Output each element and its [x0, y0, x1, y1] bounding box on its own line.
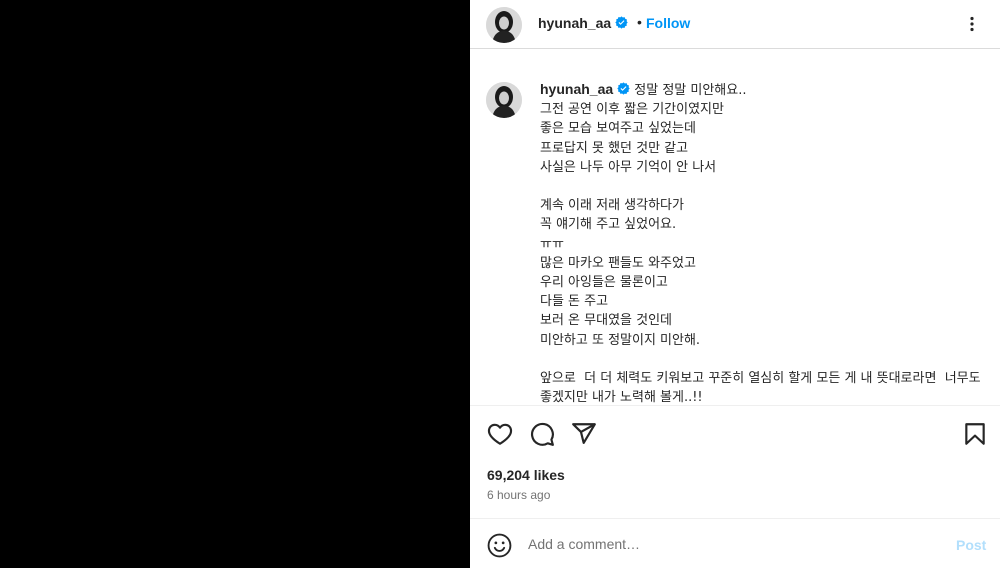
verified-badge-icon [615, 16, 628, 29]
caption-username[interactable]: hyunah_aa [540, 81, 630, 97]
divider [470, 405, 1000, 406]
comment-icon[interactable] [529, 421, 555, 447]
post-panel: hyunah_aa • Follow hyunah_aa 정말 정말 미안해요.… [470, 0, 1000, 568]
separator-dot: • [637, 14, 642, 30]
bookmark-icon[interactable] [962, 421, 988, 447]
caption-avatar[interactable] [486, 82, 522, 118]
comment-input[interactable] [528, 533, 938, 555]
heart-icon[interactable] [487, 421, 513, 447]
caption-scroll-area[interactable]: hyunah_aa 정말 정말 미안해요.. 그전 공연 이후 짧은 기간이였지… [470, 50, 1000, 405]
post-comment-button[interactable]: Post [956, 537, 986, 553]
action-bar [470, 410, 1000, 460]
comment-bar: Post [470, 518, 1000, 568]
follow-button[interactable]: Follow [646, 15, 690, 31]
likes-count[interactable]: 69,204 likes [487, 467, 565, 483]
verified-badge-icon [617, 82, 630, 95]
emoji-icon[interactable] [487, 533, 512, 558]
post-timestamp[interactable]: 6 hours ago [487, 488, 550, 502]
share-icon[interactable] [571, 421, 597, 447]
caption-text: hyunah_aa 정말 정말 미안해요.. 그전 공연 이후 짧은 기간이였지… [540, 80, 992, 405]
post-header: hyunah_aa • Follow [470, 0, 1000, 49]
caption-body: 정말 정말 미안해요.. 그전 공연 이후 짧은 기간이였지만 좋은 모습 보여… [540, 83, 981, 405]
post-media[interactable] [0, 0, 470, 568]
author-username[interactable]: hyunah_aa [538, 15, 628, 31]
author-avatar[interactable] [486, 7, 522, 43]
more-options-icon[interactable] [962, 16, 982, 32]
